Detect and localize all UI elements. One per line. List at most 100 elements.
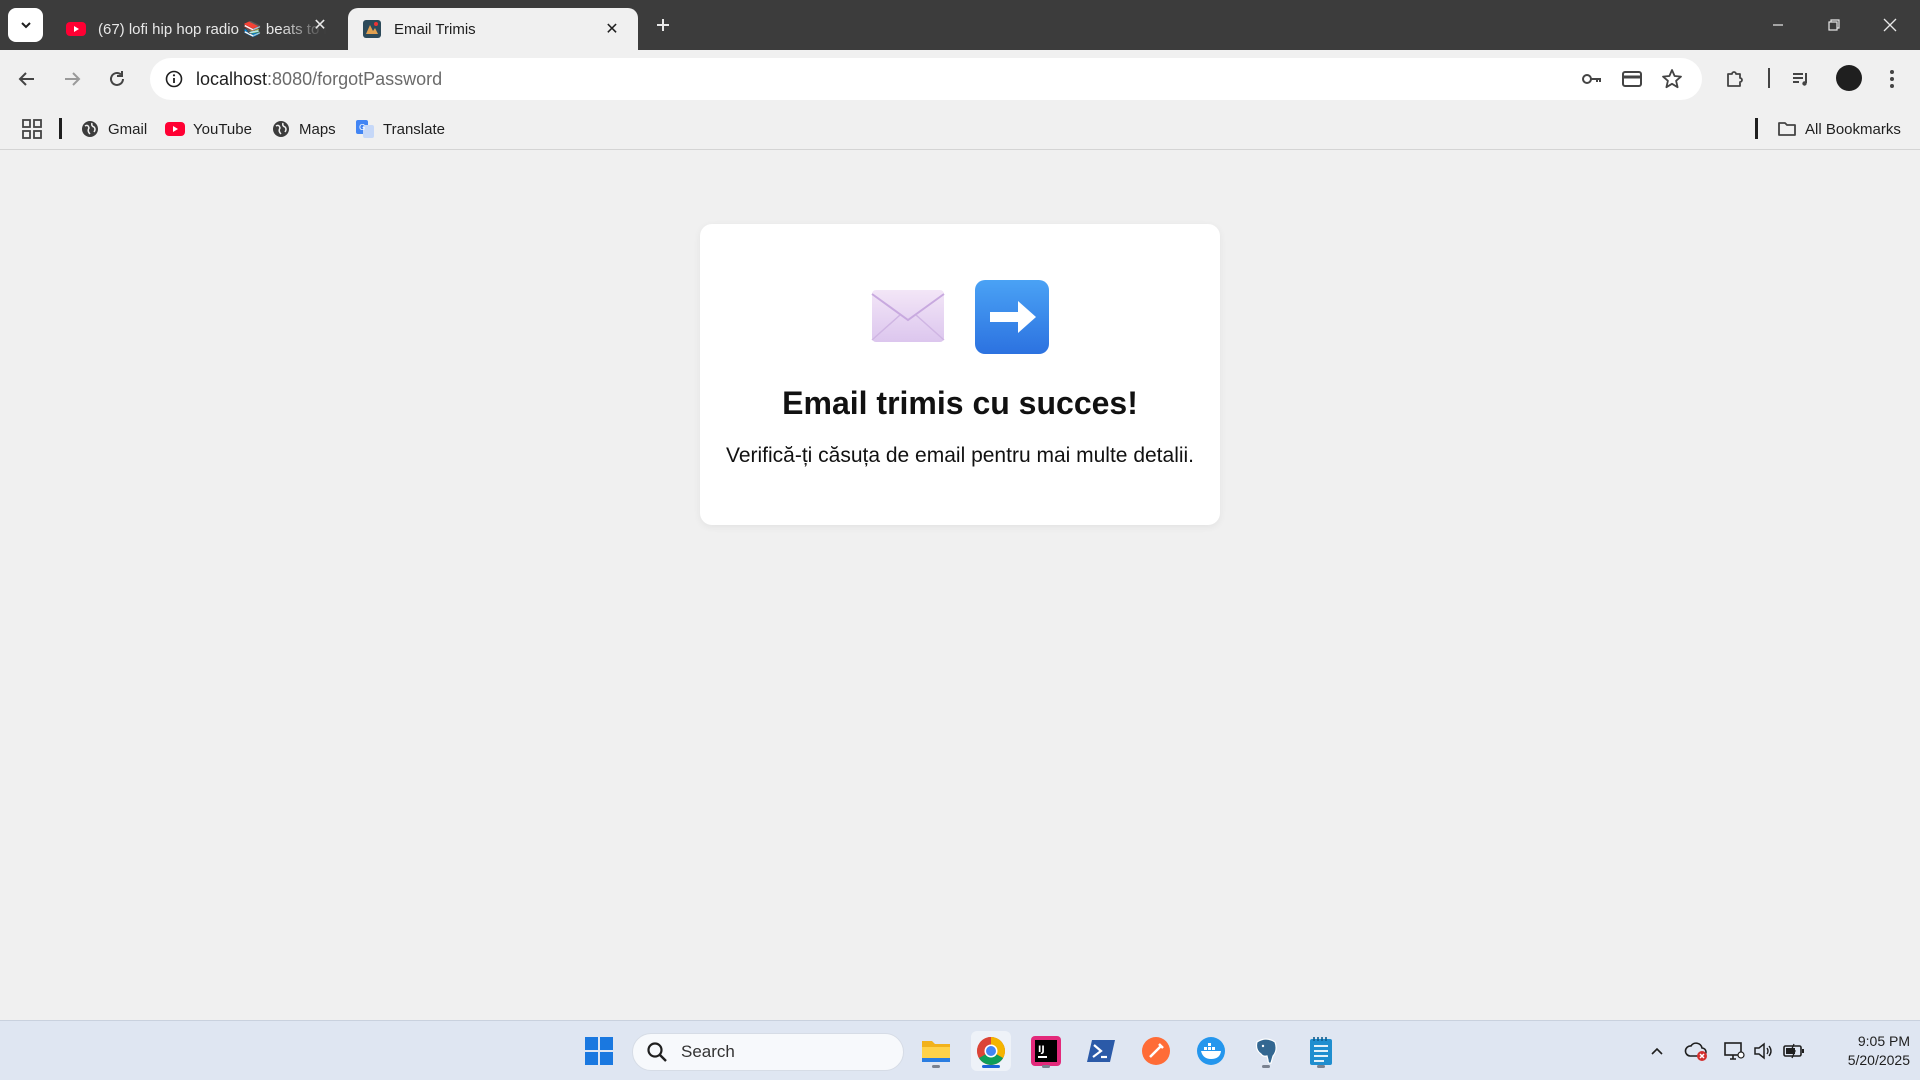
taskbar-intellij[interactable]: IJ bbox=[1026, 1031, 1066, 1071]
chrome-icon bbox=[977, 1037, 1005, 1065]
running-indicator bbox=[1262, 1065, 1270, 1068]
globe-icon bbox=[80, 119, 100, 139]
running-indicator bbox=[932, 1065, 940, 1068]
bookmark-gmail[interactable]: Gmail bbox=[80, 116, 147, 142]
extensions-button[interactable] bbox=[1718, 62, 1752, 96]
intellij-icon: IJ bbox=[1031, 1036, 1061, 1066]
bookmarks-divider bbox=[1755, 118, 1758, 139]
powershell-icon bbox=[1087, 1040, 1115, 1062]
clock-date: 5/20/2025 bbox=[1847, 1052, 1910, 1068]
payment-card-icon[interactable] bbox=[1620, 67, 1644, 91]
taskbar-notepad[interactable] bbox=[1301, 1031, 1341, 1071]
page-content: Email trimis cu succes! Verifică-ți căsu… bbox=[0, 151, 1920, 1020]
postman-icon bbox=[1142, 1037, 1170, 1065]
right-arrow-icon bbox=[975, 280, 1049, 354]
reload-button[interactable] bbox=[100, 62, 134, 96]
url-text[interactable]: localhost:8080/forgotPassword bbox=[196, 69, 442, 90]
taskbar-postgresql[interactable] bbox=[1246, 1031, 1286, 1071]
back-button[interactable] bbox=[10, 62, 44, 96]
svg-text:IJ: IJ bbox=[1038, 1045, 1045, 1055]
restore-icon bbox=[1828, 19, 1840, 31]
bookmark-translate[interactable]: G Translate bbox=[355, 116, 445, 142]
minimize-button[interactable] bbox=[1750, 0, 1806, 50]
bookmarks-bar: Gmail YouTube Maps G Translate All Bookm… bbox=[0, 108, 1920, 150]
page-favicon-icon bbox=[362, 19, 382, 39]
bookmark-label: Translate bbox=[383, 120, 445, 138]
running-indicator bbox=[982, 1065, 1000, 1068]
all-bookmarks-label: All Bookmarks bbox=[1805, 120, 1901, 138]
url-host: localhost bbox=[196, 69, 268, 89]
docker-icon bbox=[1197, 1037, 1225, 1065]
folder-icon bbox=[922, 1041, 950, 1062]
show-hidden-icons-chevron-up-icon[interactable] bbox=[1645, 1039, 1669, 1063]
envelope-icon bbox=[871, 290, 945, 342]
page-message: Verifică-ți căsuța de email pentru mai m… bbox=[725, 444, 1195, 467]
bookmark-maps[interactable]: Maps bbox=[271, 116, 336, 142]
bookmark-label: Maps bbox=[299, 120, 336, 138]
taskbar-search[interactable]: Search bbox=[632, 1033, 904, 1071]
address-bar[interactable]: localhost:8080/forgotPassword bbox=[150, 58, 1702, 100]
card-emoji-row bbox=[700, 276, 1220, 356]
browser-tab-strip: (67) lofi hip hop radio 📚 beats to relax… bbox=[0, 0, 1920, 50]
page-title: Email trimis cu succes! bbox=[782, 385, 1138, 421]
kebab-menu-icon bbox=[1890, 70, 1894, 88]
network-icon[interactable] bbox=[1722, 1039, 1746, 1063]
bookmarks-divider bbox=[59, 118, 62, 139]
browser-toolbar: localhost:8080/forgotPassword bbox=[0, 50, 1920, 108]
postgresql-elephant-icon bbox=[1255, 1038, 1277, 1064]
forward-arrow-icon bbox=[65, 72, 81, 86]
bookmark-youtube[interactable]: YouTube bbox=[165, 116, 252, 142]
taskbar-powershell[interactable] bbox=[1081, 1031, 1121, 1071]
apps-grid-icon[interactable] bbox=[20, 117, 44, 141]
start-button[interactable] bbox=[579, 1031, 619, 1071]
reload-icon bbox=[110, 71, 124, 86]
media-controls-button[interactable] bbox=[1784, 62, 1818, 96]
tab-search-button[interactable] bbox=[8, 8, 43, 42]
tab-email-trimis[interactable]: Email Trimis ✕ bbox=[348, 8, 638, 50]
youtube-icon bbox=[66, 19, 86, 39]
bookmark-label: YouTube bbox=[193, 120, 252, 138]
globe-icon bbox=[271, 119, 291, 139]
plus-icon bbox=[657, 19, 669, 31]
svg-text:G: G bbox=[359, 123, 365, 132]
windows-logo-icon bbox=[585, 1037, 613, 1065]
search-icon bbox=[645, 1040, 669, 1064]
running-indicator bbox=[1317, 1065, 1325, 1068]
tab-title: (67) lofi hip hop radio 📚 beats to relax… bbox=[98, 21, 326, 38]
chevron-down-icon bbox=[20, 22, 31, 29]
profile-avatar[interactable] bbox=[1836, 65, 1862, 91]
menu-button[interactable] bbox=[1875, 62, 1909, 96]
url-path: :8080/forgotPassword bbox=[267, 69, 443, 89]
taskbar-postman[interactable] bbox=[1136, 1031, 1176, 1071]
tab-youtube[interactable]: (67) lofi hip hop radio 📚 beats to relax… bbox=[52, 8, 342, 50]
bookmark-label: Gmail bbox=[108, 120, 148, 138]
site-info-icon[interactable] bbox=[160, 65, 188, 93]
close-icon[interactable]: ✕ bbox=[602, 19, 622, 39]
forward-button[interactable] bbox=[55, 62, 89, 96]
taskbar-file-explorer[interactable] bbox=[916, 1031, 956, 1071]
windows-taskbar: Search IJ 9:05 PM 5/20/2025 bbox=[0, 1020, 1920, 1080]
all-bookmarks-button[interactable]: All Bookmarks bbox=[1777, 116, 1901, 142]
music-queue-icon bbox=[1793, 73, 1807, 86]
password-key-icon[interactable] bbox=[1580, 67, 1604, 91]
search-placeholder: Search bbox=[681, 1042, 735, 1061]
puzzle-icon bbox=[1727, 71, 1743, 87]
notepad-icon bbox=[1310, 1037, 1332, 1065]
volume-icon[interactable] bbox=[1751, 1039, 1775, 1063]
toolbar-divider bbox=[1768, 68, 1770, 88]
translate-icon: G bbox=[355, 119, 375, 139]
battery-icon[interactable] bbox=[1782, 1039, 1806, 1063]
folder-icon bbox=[1777, 119, 1797, 139]
bookmark-star-icon[interactable] bbox=[1660, 67, 1684, 91]
restore-button[interactable] bbox=[1806, 0, 1862, 50]
close-icon[interactable]: ✕ bbox=[310, 15, 330, 35]
back-arrow-icon bbox=[18, 72, 34, 86]
youtube-icon bbox=[165, 119, 185, 139]
taskbar-chrome[interactable] bbox=[971, 1031, 1011, 1071]
cloud-sync-error-icon[interactable] bbox=[1684, 1039, 1708, 1063]
close-window-button[interactable] bbox=[1862, 0, 1918, 50]
taskbar-clock[interactable]: 9:05 PM 5/20/2025 bbox=[1820, 1032, 1910, 1070]
minimize-icon bbox=[1773, 24, 1783, 26]
new-tab-button[interactable] bbox=[650, 12, 676, 38]
taskbar-docker[interactable] bbox=[1191, 1031, 1231, 1071]
